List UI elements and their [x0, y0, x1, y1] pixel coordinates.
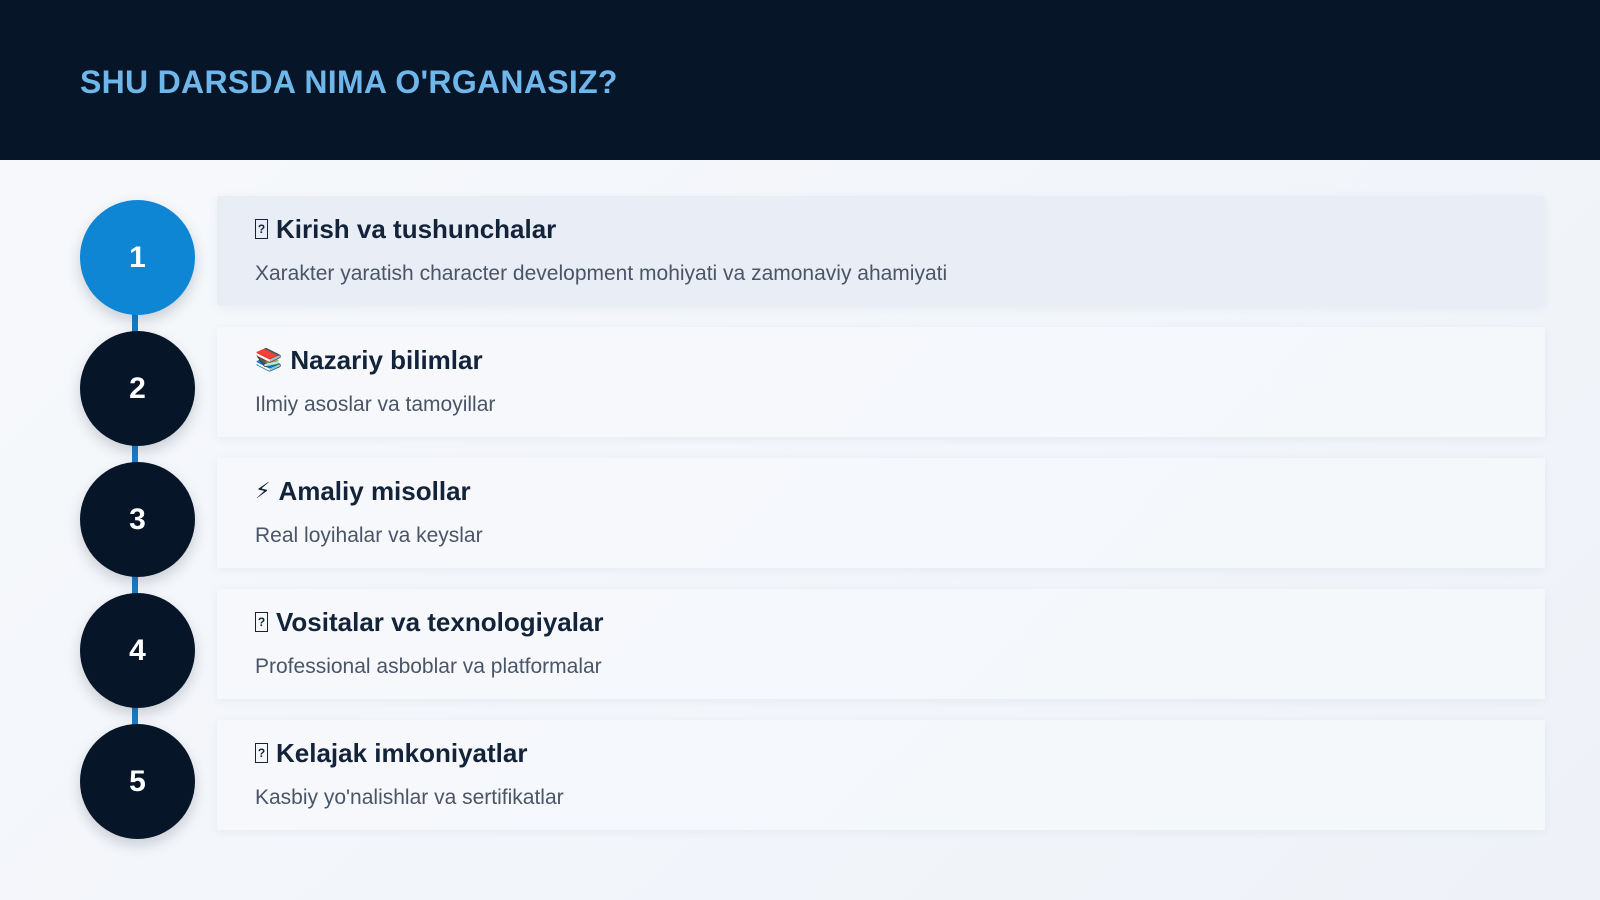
step-title-row: ? Kelajak imkoniyatlar [255, 736, 527, 770]
step-card-5: ? Kelajak imkoniyatlar Kasbiy yo'nalishl… [217, 720, 1545, 830]
step-number-1: 1 [80, 200, 195, 315]
step-description: Kasbiy yo'nalishlar va sertifikatlar [255, 786, 564, 809]
step-title-row: ? Vositalar va texnologiyalar [255, 605, 604, 639]
step-number-4: 4 [80, 593, 195, 708]
step-description: Xarakter yaratish character development … [255, 262, 948, 285]
step-title: Vositalar va texnologiyalar [276, 607, 604, 637]
step-title: Nazariy bilimlar [290, 345, 483, 375]
step-card-3: ⚡ Amaliy misollar Real loyihalar va keys… [217, 458, 1545, 568]
question-box-icon: ? [255, 219, 268, 239]
books-icon: 📚 [255, 347, 283, 372]
lightning-icon: ⚡ [255, 478, 271, 503]
page-title: SHU DARSDA NIMA O'RGANASIZ? [80, 64, 618, 100]
step-title-row: ⚡ Amaliy misollar [255, 474, 471, 508]
header-banner: SHU DARSDA NIMA O'RGANASIZ? [0, 0, 1600, 160]
step-title-row: ? Kirish va tushunchalar [255, 212, 556, 246]
step-title: Kirish va tushunchalar [276, 214, 557, 244]
step-number-2: 2 [80, 331, 195, 446]
step-card-4: ? Vositalar va texnologiyalar Profession… [217, 589, 1545, 699]
step-description: Ilmiy asoslar va tamoyillar [255, 393, 496, 416]
step-number-5: 5 [80, 724, 195, 839]
step-card-1: ? Kirish va tushunchalar Xarakter yarati… [217, 196, 1545, 306]
step-card-2: 📚 Nazariy bilimlar Ilmiy asoslar va tamo… [217, 327, 1545, 437]
step-title: Amaliy misollar [278, 476, 471, 506]
step-number-3: 3 [80, 462, 195, 577]
step-title-row: 📚 Nazariy bilimlar [255, 343, 483, 377]
question-box-icon: ? [255, 612, 268, 632]
step-description: Real loyihalar va keyslar [255, 524, 483, 547]
question-box-icon: ? [255, 743, 268, 763]
step-description: Professional asboblar va platformalar [255, 655, 602, 678]
step-title: Kelajak imkoniyatlar [276, 738, 528, 768]
